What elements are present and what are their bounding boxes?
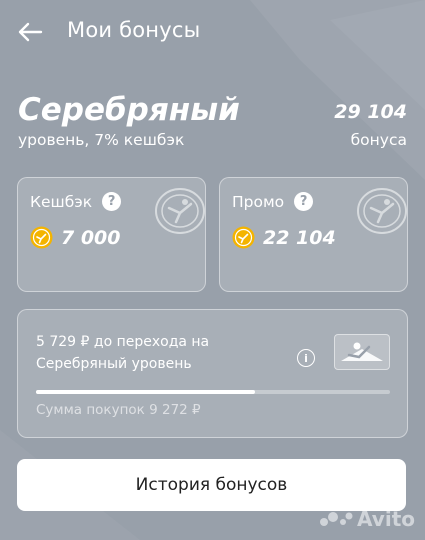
cashback-help-icon[interactable]: ? [102,192,122,211]
level-progress-bar [36,390,390,394]
info-icon[interactable]: i [297,349,315,367]
avito-watermark: Avito [319,507,415,531]
coin-decoration-icon [155,188,205,234]
page-title: Мои бонусы [67,18,201,42]
level-name: Серебряный [18,92,240,128]
coin-decoration-icon [357,188,407,234]
cashback-label-row: Кешбэк ? [30,192,122,211]
cashback-card[interactable]: Кешбэк ? 7 000 [17,177,206,292]
level-badge-icon [334,334,390,370]
cashback-value: 7 000 [61,226,121,249]
promo-value-row: 22 104 [232,226,336,249]
bonus-total-label: бонуса [350,131,407,149]
cashback-value-row: 7 000 [30,226,121,249]
promo-label: Промо [232,192,285,211]
promo-card[interactable]: Промо ? 22 104 [219,177,408,292]
bonus-history-button[interactable]: История бонусов [17,459,406,511]
app-header: Мои бонусы [0,0,425,64]
bonus-coin-icon [30,226,53,249]
back-button[interactable] [14,16,46,48]
watermark-text: Avito [357,507,415,531]
level-progress-text: 5 729 ₽ до перехода на Серебряный уровен… [36,334,210,372]
bonus-coin-icon [232,226,255,249]
bonus-total: 29 104 [334,101,407,123]
promo-value: 22 104 [263,226,336,249]
promo-label-row: Промо ? [232,192,314,211]
level-progress-fill [36,390,256,394]
cashback-label: Кешбэк [30,192,93,211]
purchase-sum: Сумма покупок 9 272 ₽ [36,402,201,418]
promo-help-icon[interactable]: ? [294,192,314,211]
avito-logo-icon [320,512,353,526]
level-subtitle: уровень, 7% кешбэк [18,131,185,149]
arrow-left-icon [18,22,43,42]
level-progress-card: 5 729 ₽ до перехода на Серебряный уровен… [17,309,408,438]
